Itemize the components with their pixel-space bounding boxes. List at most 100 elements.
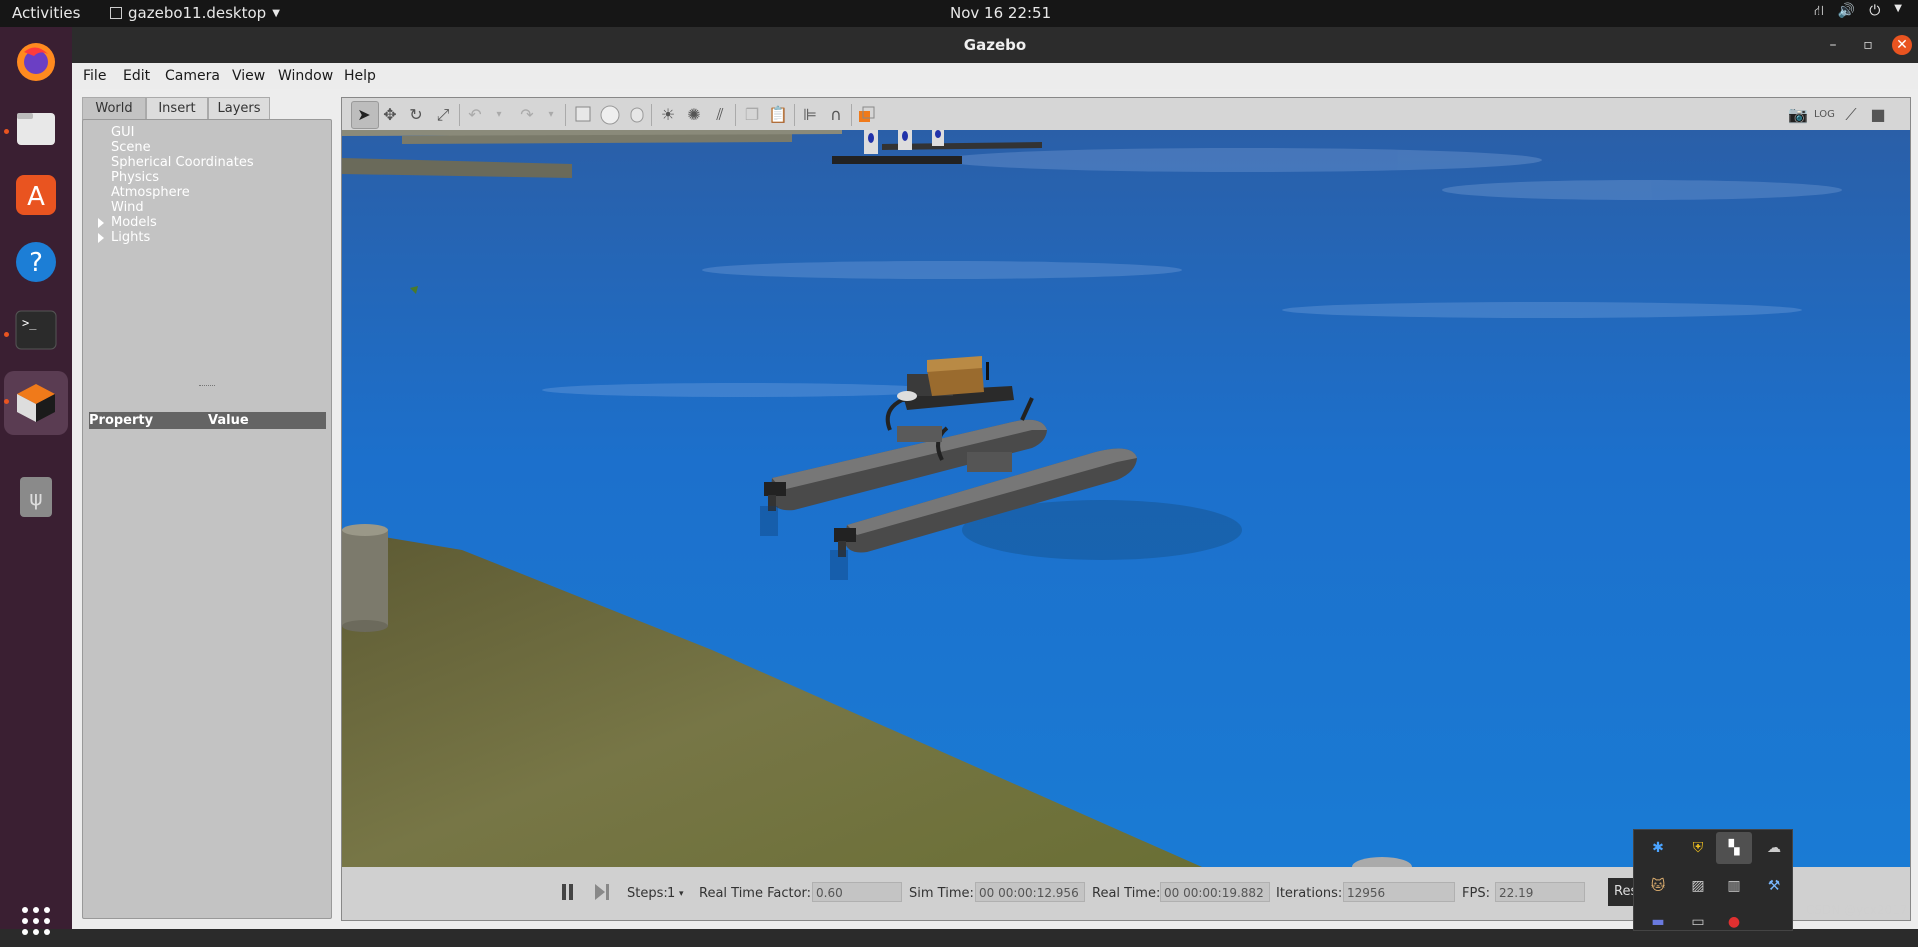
gazebo-icon [110,7,122,19]
directional-light-icon[interactable]: ⫽ [710,105,730,125]
log-icon[interactable]: LOG [1814,105,1835,125]
title-bar: Gazebo – ▫ ✕ [72,27,1918,63]
chevron-down-icon[interactable]: ▾ [541,105,561,125]
snap-magnet-icon[interactable]: ∩ [826,105,846,125]
network-icon: ⛙ [1813,3,1824,19]
menu-camera[interactable]: Camera [165,68,220,84]
help-icon[interactable]: ? [10,236,62,288]
steps-value[interactable]: 1 [667,886,675,901]
gazebo-window: Gazebo – ▫ ✕ File Edit Camera View Windo… [72,27,1918,929]
real-time-label: Real Time: [1092,886,1161,901]
3d-viewport[interactable] [342,130,1910,867]
tree-item-atmosphere[interactable]: Atmosphere [111,185,190,200]
clock[interactable]: Nov 16 22:51 [950,4,1051,22]
tree-item-gui[interactable]: GUI [111,125,134,140]
grid-app-icon[interactable]: ▚ [1724,838,1744,858]
translate-icon[interactable]: ✥ [380,105,400,125]
tree-item-wind[interactable]: Wind [111,200,144,215]
svg-text:>_: >_ [22,316,37,330]
scale-icon[interactable]: ⤢ [433,105,453,125]
tab-layers[interactable]: Layers [208,97,270,120]
cloud-off-icon[interactable]: ☁ [1764,838,1784,858]
chevron-down-icon: ▼ [1894,3,1902,14]
svg-text:ψ: ψ [29,486,42,510]
image-app-icon[interactable]: ▨ [1688,876,1708,896]
property-table-header: Property Value [89,412,326,429]
minimize-button[interactable]: – [1823,35,1843,55]
iterations-label: Iterations: [1276,886,1343,901]
spot-light-icon[interactable]: ✺ [684,105,704,125]
rotate-icon[interactable]: ↻ [406,105,426,125]
left-panel: World Insert Layers GUI Scene Spherical … [82,97,332,919]
show-apps-icon[interactable] [10,895,62,947]
top-bar: Activities gazebo11.desktop ▼ Nov 16 22:… [0,0,1918,27]
paste-icon[interactable]: 📋 [768,105,788,125]
undo-icon[interactable]: ↶ [465,105,485,125]
sphere-shape-icon[interactable] [600,105,620,125]
menu-help[interactable]: Help [344,68,376,84]
tray-icons-popup: ✱ ⛨ ▚ ☁ 🐱 ▨ ▥ ⚒ ▬ ▭ ● [1633,829,1793,931]
iterations-field: 12956 [1343,882,1455,902]
tree-item-lights[interactable]: Lights [111,230,150,245]
render-panel: ➤ ✥ ↻ ⤢ ↶ ▾ ↷ ▾ ☀ ✺ ⫽ ❐ 📋 ⊫ ∩ 📷 LOG ⟋ ■ … [341,97,1911,921]
step-icon[interactable] [594,883,610,901]
terminal-icon[interactable]: >_ [10,304,62,356]
tree-item-physics[interactable]: Physics [111,170,159,185]
app-icon[interactable]: ▬ [1648,912,1668,932]
pause-icon[interactable] [561,883,575,901]
menu-file[interactable]: File [83,68,106,84]
maximize-button[interactable]: ▫ [1858,35,1878,55]
cylinder-shape-icon[interactable] [627,105,647,125]
box-shape-icon[interactable] [573,105,593,125]
panel-splitter-handle[interactable] [199,385,215,388]
toolbar: ➤ ✥ ↻ ⤢ ↶ ▾ ↷ ▾ ☀ ✺ ⫽ ❐ 📋 ⊫ ∩ 📷 LOG ⟋ ■ [342,98,1910,130]
view-angle-icon[interactable] [857,105,877,125]
firefox-icon[interactable] [10,36,62,88]
power-icon: ⏻ [1869,3,1881,19]
property-column-header: Property [89,413,154,428]
steps-label: Steps: [627,886,668,901]
chevron-down-icon[interactable]: ▾ [489,105,509,125]
close-button[interactable]: ✕ [1892,35,1912,55]
menu-window[interactable]: Window [278,68,333,84]
svg-text:?: ? [29,248,43,278]
red-app-icon[interactable]: ● [1724,912,1744,932]
document-icon[interactable]: ▭ [1688,912,1708,932]
software-icon[interactable]: A [10,169,62,221]
menu-edit[interactable]: Edit [123,68,150,84]
sim-time-field: 00 00:00:12.956 [975,882,1085,902]
expand-arrow-icon[interactable] [98,218,104,228]
usb-drive-icon[interactable]: ψ [10,471,62,523]
tree-item-scene[interactable]: Scene [111,140,151,155]
chevron-down-icon[interactable]: ▾ [679,889,684,899]
redo-icon[interactable]: ↷ [517,105,537,125]
tree-item-spherical-coordinates[interactable]: Spherical Coordinates [111,155,254,170]
fps-field: 22.19 [1495,882,1585,902]
app-menu[interactable]: gazebo11.desktop ▼ [110,4,280,22]
tool-app-icon[interactable]: ⚒ [1764,876,1784,896]
plot-icon[interactable]: ⟋ [1841,105,1861,125]
video-record-icon[interactable]: ■ [1868,105,1888,125]
gazebo-icon[interactable] [10,377,62,429]
activities-button[interactable]: Activities [12,4,80,22]
security-shield-icon[interactable]: ⛨ [1688,838,1708,858]
bluetooth-icon[interactable]: ✱ [1648,838,1668,858]
tab-insert[interactable]: Insert [146,97,208,120]
expand-arrow-icon[interactable] [98,233,104,243]
copy-icon[interactable]: ❐ [742,105,762,125]
tab-world[interactable]: World [82,97,146,120]
point-light-icon[interactable]: ☀ [658,105,678,125]
align-icon[interactable]: ⊫ [800,105,820,125]
chevron-down-icon: ▼ [272,7,280,19]
cat-app-icon[interactable]: 🐱 [1648,876,1668,896]
system-tray[interactable]: ⛙ 🔊 ⏻ ▼ [1814,3,1902,21]
tree-item-models[interactable]: Models [111,215,157,230]
running-indicator [4,129,9,134]
running-indicator [4,399,9,404]
files-icon[interactable] [10,102,62,154]
menu-view[interactable]: View [232,68,265,84]
watermark: CSDN @ycx2017 [1806,903,1908,917]
stats-app-icon[interactable]: ▥ [1724,876,1744,896]
select-arrow-icon[interactable]: ➤ [354,105,374,125]
screenshot-camera-icon[interactable]: 📷 [1788,105,1808,125]
